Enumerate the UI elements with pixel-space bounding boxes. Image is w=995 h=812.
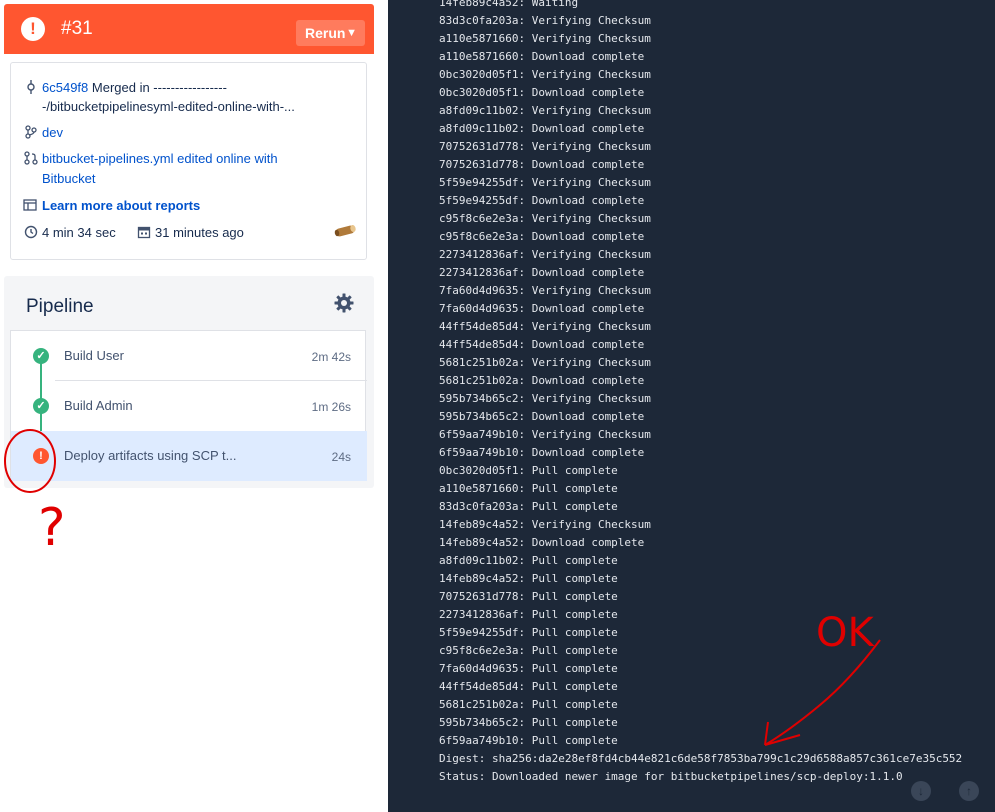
log-line: 0bc3020d05f1: Verifying Checksum: [439, 68, 651, 81]
log-line: 83d3c0fa203a: Pull complete: [439, 500, 618, 513]
log-line: 83d3c0fa203a: Verifying Checksum: [439, 14, 651, 27]
log-line: Digest: sha256:da2e28ef8fd4cb44e821c6de5…: [439, 752, 963, 765]
log-line: 5f59e94255df: Download complete: [439, 194, 645, 207]
chevron-down-icon: ▼: [346, 27, 357, 39]
merge-branch-text: -/bitbucketpipelinesyml-edited-online-wi…: [42, 99, 295, 114]
pipeline-info-card: 6c549f8 Merged in ----------------- -/bi…: [10, 62, 367, 260]
log-line: 5681c251b02a: Download complete: [439, 374, 645, 387]
rerun-label: Rerun: [305, 25, 346, 41]
step-name: Build Admin: [64, 398, 133, 413]
log-line: 70752631d778: Download complete: [439, 158, 645, 171]
duration-text: 4 min 34 sec: [42, 225, 116, 240]
log-line: 7fa60d4d9635: Verifying Checksum: [439, 284, 651, 297]
step-name: Deploy artifacts using SCP t...: [64, 448, 237, 463]
log-line: c95f8c6e2e3a: Pull complete: [439, 644, 618, 657]
step-name: Build User: [64, 348, 124, 363]
step-deploy-artifacts[interactable]: ! Deploy artifacts using SCP t... 24s: [11, 431, 367, 481]
pipeline-header: ! #31 Rerun ▼: [4, 4, 374, 54]
step-duration: 1m 26s: [311, 400, 351, 414]
log-line: a8fd09c11b02: Pull complete: [439, 554, 618, 567]
check-icon: ✓: [33, 398, 49, 414]
log-line: a8fd09c11b02: Download complete: [439, 122, 645, 135]
step-build-admin[interactable]: ✓ Build Admin 1m 26s: [11, 381, 367, 431]
log-line: 0bc3020d05f1: Download complete: [439, 86, 645, 99]
commit-message-link[interactable]: bitbucket-pipelines.yml edited online wi…: [42, 149, 278, 168]
log-line: 70752631d778: Pull complete: [439, 590, 618, 603]
pipeline-number: #31: [61, 18, 93, 39]
log-line: c95f8c6e2e3a: Download complete: [439, 230, 645, 243]
log-line: a110e5871660: Verifying Checksum: [439, 32, 651, 45]
step-build-user[interactable]: ✓ Build User 2m 42s: [11, 331, 367, 381]
log-line: 44ff54de85d4: Download complete: [439, 338, 645, 351]
log-line: 44ff54de85d4: Pull complete: [439, 680, 618, 693]
log-line: 14feb89c4a52: Verifying Checksum: [439, 518, 651, 531]
log-line: 2273412836af: Pull complete: [439, 608, 618, 621]
gear-icon[interactable]: [334, 293, 354, 313]
report-icon: [23, 198, 37, 212]
started-text: 31 minutes ago: [155, 225, 244, 240]
log-line: a8fd09c11b02: Verifying Checksum: [439, 104, 651, 117]
log-line: 14feb89c4a52: Download complete: [439, 536, 645, 549]
log-line: a110e5871660: Pull complete: [439, 482, 618, 495]
log-line: 2273412836af: Verifying Checksum: [439, 248, 651, 261]
arrow-up-icon[interactable]: ↑: [959, 781, 979, 801]
log-line: 6f59aa749b10: Pull complete: [439, 734, 618, 747]
pull-request-icon: [24, 151, 38, 165]
clock-icon: [24, 225, 38, 239]
log-line: 6f59aa749b10: Verifying Checksum: [439, 428, 651, 441]
log-output: 14feb89c4a52: Waiting 83d3c0fa203a: Verif…: [439, 0, 962, 786]
log-avatar-icon: [333, 223, 357, 239]
log-line: a110e5871660: Download complete: [439, 50, 645, 63]
learn-reports-link[interactable]: Learn more about reports: [42, 196, 200, 215]
commit-hash-link[interactable]: 6c549f8: [42, 80, 88, 95]
pipeline-sidebar: ! #31 Rerun ▼ 6c549f8 Merged in --------…: [0, 0, 388, 812]
log-line: 6f59aa749b10: Download complete: [439, 446, 645, 459]
failed-status-icon: !: [21, 17, 45, 41]
branch-icon: [24, 125, 38, 139]
log-line: 70752631d778: Verifying Checksum: [439, 140, 651, 153]
log-line: 14feb89c4a52: Pull complete: [439, 572, 618, 585]
log-line: 595b734b65c2: Pull complete: [439, 716, 618, 729]
log-line: 2273412836af: Download complete: [439, 266, 645, 279]
arrow-down-icon[interactable]: ↓: [911, 781, 931, 801]
pipeline-panel: Pipeline ✓ Build User 2m 42s ✓ Build Adm…: [4, 276, 374, 488]
pipeline-title: Pipeline: [26, 296, 94, 317]
log-line: 595b734b65c2: Download complete: [439, 410, 645, 423]
merge-text: Merged in -----------------: [91, 80, 227, 95]
commit-message-link-2[interactable]: Bitbucket: [42, 169, 95, 188]
log-line: 14feb89c4a52: Waiting: [439, 0, 579, 9]
log-line: c95f8c6e2e3a: Verifying Checksum: [439, 212, 651, 225]
log-line: 0bc3020d05f1: Pull complete: [439, 464, 618, 477]
log-line: 5f59e94255df: Verifying Checksum: [439, 176, 651, 189]
log-line: 5f59e94255df: Pull complete: [439, 626, 618, 639]
log-line: 595b734b65c2: Verifying Checksum: [439, 392, 651, 405]
check-icon: ✓: [33, 348, 49, 364]
log-line: 7fa60d4d9635: Download complete: [439, 302, 645, 315]
step-duration: 2m 42s: [311, 350, 351, 364]
error-icon: !: [33, 448, 49, 464]
log-line: Status: Downloaded newer image for bitbu…: [439, 770, 903, 783]
branch-link[interactable]: dev: [42, 123, 63, 142]
commit-icon: [24, 80, 38, 94]
calendar-icon: [137, 225, 151, 239]
app-root: ! #31 Rerun ▼ 6c549f8 Merged in --------…: [0, 0, 995, 812]
log-line: 7fa60d4d9635: Pull complete: [439, 662, 618, 675]
log-line: 44ff54de85d4: Verifying Checksum: [439, 320, 651, 333]
log-line: 5681c251b02a: Verifying Checksum: [439, 356, 651, 369]
step-duration: 24s: [331, 450, 351, 464]
step-list: ✓ Build User 2m 42s ✓ Build Admin 1m 26s…: [10, 330, 367, 481]
log-viewer[interactable]: 14feb89c4a52: Waiting 83d3c0fa203a: Verif…: [388, 0, 995, 812]
log-line: 5681c251b02a: Pull complete: [439, 698, 618, 711]
rerun-button[interactable]: Rerun ▼: [296, 20, 365, 46]
